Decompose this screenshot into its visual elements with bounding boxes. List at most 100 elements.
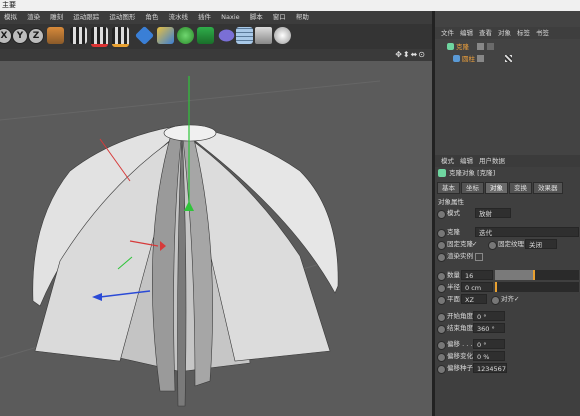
viewport-scene xyxy=(0,76,381,407)
menu-item[interactable]: 渲染 xyxy=(27,13,40,21)
om-menu-item[interactable]: 编辑 xyxy=(460,29,473,37)
deformer-icon[interactable] xyxy=(215,27,238,44)
render-settings-icon[interactable] xyxy=(112,27,129,47)
tag-icon[interactable] xyxy=(487,43,494,50)
render-picture-viewer-icon[interactable] xyxy=(91,27,108,47)
menu-item[interactable]: Naxie xyxy=(221,13,240,21)
clone-select[interactable]: 迭代 xyxy=(475,227,579,237)
x-axis-lock-button[interactable]: X xyxy=(0,28,12,44)
offset-variation-label: 偏移变化 xyxy=(447,352,473,360)
plane-select[interactable]: XZ xyxy=(461,294,487,304)
animate-dot[interactable] xyxy=(437,313,446,322)
animate-dot[interactable] xyxy=(437,284,446,293)
om-menu-item[interactable]: 文件 xyxy=(441,29,454,37)
coordinate-system-icon[interactable] xyxy=(47,27,64,44)
object-row-cylinder[interactable]: 圆柱 xyxy=(435,53,580,65)
tab-basic[interactable]: 基本 xyxy=(437,182,460,194)
y-axis-lock-button[interactable]: Y xyxy=(12,28,28,44)
menu-item[interactable]: 脚本 xyxy=(250,13,263,21)
subdivision-surface-icon[interactable] xyxy=(177,27,194,44)
menu-item[interactable]: 模拟 xyxy=(4,13,17,21)
animate-dot[interactable] xyxy=(437,229,446,238)
am-menu-item[interactable]: 编辑 xyxy=(460,157,473,165)
radius-slider[interactable] xyxy=(495,282,579,292)
menu-item[interactable]: 帮助 xyxy=(296,13,309,21)
animate-dot[interactable] xyxy=(491,296,500,305)
visibility-icon[interactable] xyxy=(477,43,484,50)
animate-dot[interactable] xyxy=(437,365,446,374)
tab-transform[interactable]: 变换 xyxy=(509,182,532,194)
offset-seed-input[interactable]: 1234567 xyxy=(473,363,507,373)
menu-item[interactable]: 运动图形 xyxy=(109,13,135,21)
array-icon[interactable] xyxy=(197,27,214,44)
count-label: 数量 xyxy=(447,271,460,279)
tab-object[interactable]: 对象 xyxy=(485,182,508,194)
render-view-icon[interactable] xyxy=(70,27,87,44)
offset-input[interactable]: 0 ° xyxy=(473,339,505,349)
mode-label: 模式 xyxy=(447,209,460,217)
attribute-manager: 模式 编辑 用户数据 克隆对象 [克隆] 基本 坐标 对象 变换 效果器 对象属性 模式 放… xyxy=(435,155,580,416)
floor-icon[interactable] xyxy=(236,27,253,44)
camera-icon[interactable] xyxy=(255,27,272,44)
offset-variation-input[interactable]: 0 % xyxy=(473,351,505,361)
3d-viewport[interactable] xyxy=(0,61,432,416)
animate-dot[interactable] xyxy=(488,241,497,250)
animate-dot[interactable] xyxy=(437,325,446,334)
menu-item[interactable]: 雕刻 xyxy=(50,13,63,21)
tab-coord[interactable]: 坐标 xyxy=(461,182,484,194)
offset-label: 偏移 . . . xyxy=(447,340,473,348)
radius-slider-handle xyxy=(495,282,497,292)
animate-dot[interactable] xyxy=(437,210,446,219)
menu-item[interactable]: 角色 xyxy=(145,13,158,21)
animate-dot[interactable] xyxy=(437,296,446,305)
section-title: 对象属性 xyxy=(438,198,464,206)
render-instance-checkbox[interactable] xyxy=(475,253,483,261)
render-instance-label: 渲染实例 xyxy=(447,252,473,260)
radius-input[interactable]: 0 cm xyxy=(461,282,493,292)
light-icon[interactable] xyxy=(274,27,291,44)
am-menu-item[interactable]: 模式 xyxy=(441,157,454,165)
menu-item[interactable]: 运动跟踪 xyxy=(73,13,99,21)
cube-icon[interactable] xyxy=(134,25,155,46)
om-menu-item[interactable]: 对象 xyxy=(498,29,511,37)
am-header: 克隆对象 [克隆] xyxy=(449,169,496,177)
animate-dot[interactable] xyxy=(437,353,446,362)
end-angle-label: 结束角度 xyxy=(447,324,473,332)
pen-spline-icon[interactable] xyxy=(157,27,174,44)
right-panel: 文件 编辑 查看 对象 标签 书签 克隆 圆柱 模式 编辑 用户数据 克隆对象 [克隆] 基本… xyxy=(435,11,580,416)
viewport-nav-icons[interactable]: ✥⬍⬌⊙ xyxy=(395,49,426,61)
mode-select[interactable]: 放射 xyxy=(475,208,511,218)
material-tag-icon[interactable] xyxy=(505,55,512,62)
count-input[interactable]: 16 xyxy=(461,270,493,280)
window-titlebar: 主要 xyxy=(0,0,580,11)
offset-seed-label: 偏移种子 xyxy=(447,364,473,372)
window-title: 主要 xyxy=(2,1,16,9)
menu-item[interactable]: 插件 xyxy=(198,13,211,21)
cloned-geometry xyxy=(32,124,339,407)
fixed-texture-select[interactable]: 关闭 xyxy=(525,239,557,249)
start-angle-label: 开始角度 xyxy=(447,312,473,320)
om-menu-item[interactable]: 标签 xyxy=(517,29,530,37)
animate-dot[interactable] xyxy=(437,253,446,262)
start-angle-input[interactable]: 0 ° xyxy=(473,311,505,321)
om-menu-item[interactable]: 查看 xyxy=(479,29,492,37)
end-angle-input[interactable]: 360 ° xyxy=(473,323,505,333)
align-checkbox[interactable]: ✓ xyxy=(514,294,519,304)
visibility-icon[interactable] xyxy=(477,55,484,62)
menu-item[interactable]: 流水线 xyxy=(168,13,188,21)
tab-effectors[interactable]: 效果器 xyxy=(533,182,563,194)
count-slider[interactable] xyxy=(495,270,579,280)
z-axis-lock-button[interactable]: Z xyxy=(28,28,44,44)
animate-dot[interactable] xyxy=(437,272,446,281)
object-name: 克隆 xyxy=(456,43,469,51)
animate-dot[interactable] xyxy=(437,341,446,350)
viewport-header: ✥⬍⬌⊙ xyxy=(0,49,432,61)
fixed-clone-checkbox[interactable]: ✓ xyxy=(472,239,477,249)
object-row-cloner[interactable]: 克隆 xyxy=(435,41,580,53)
menu-item[interactable]: 窗口 xyxy=(273,13,286,21)
main-toolbar: X Y Z xyxy=(0,24,432,49)
fixed-texture-label: 固定纹理 xyxy=(498,240,524,248)
am-menu-item[interactable]: 用户数据 xyxy=(479,157,505,165)
om-menu-item[interactable]: 书签 xyxy=(536,29,549,37)
animate-dot[interactable] xyxy=(437,241,446,250)
